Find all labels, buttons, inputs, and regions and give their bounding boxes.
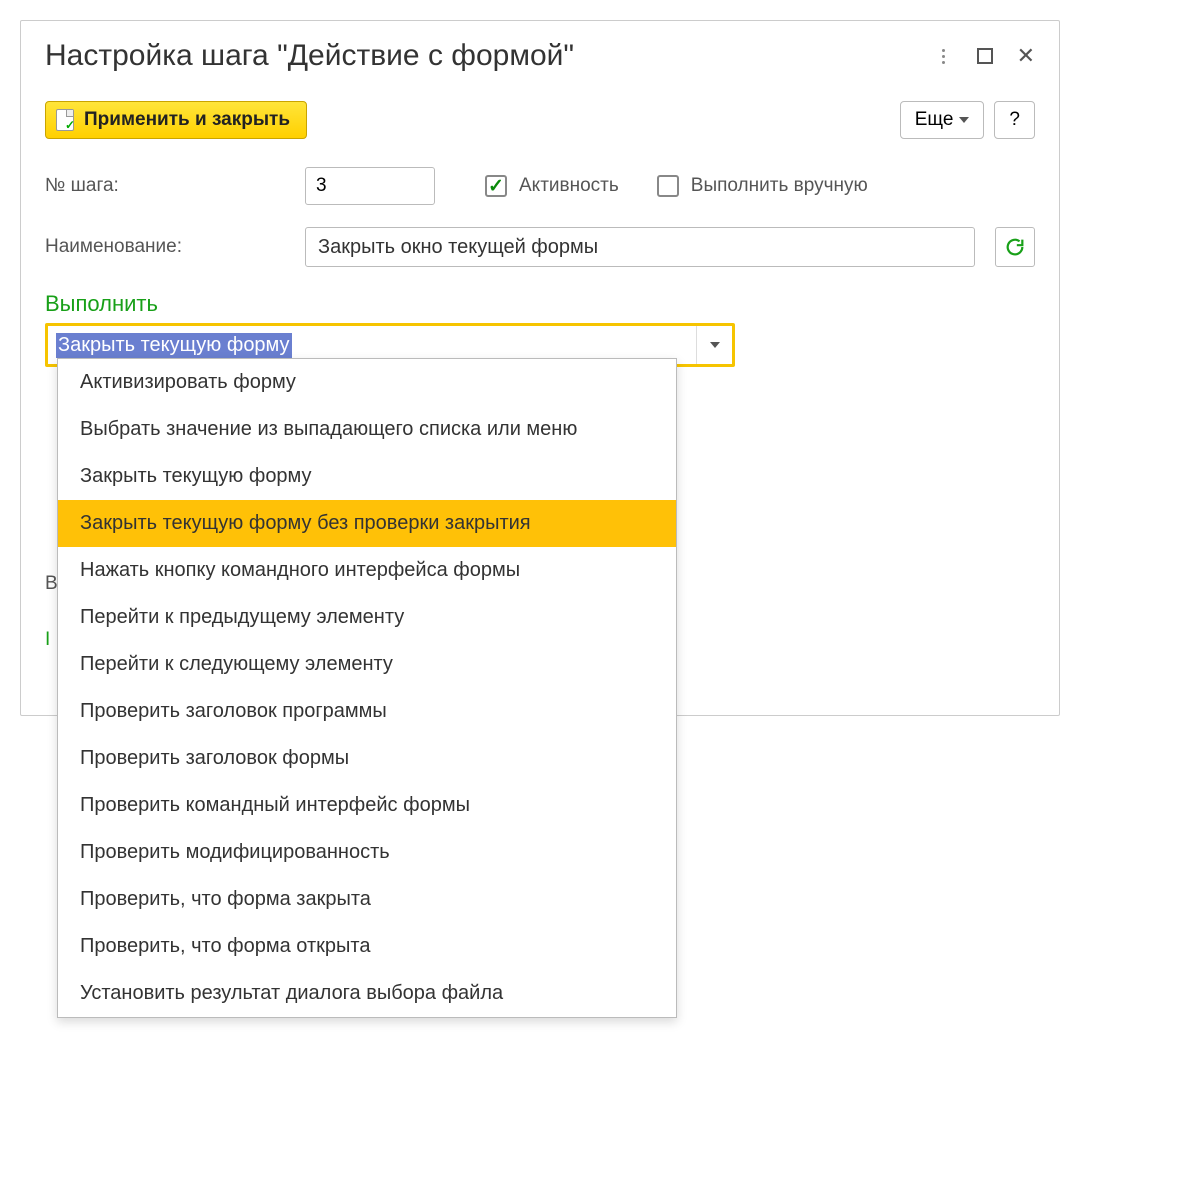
window-controls: ✕ <box>935 45 1035 67</box>
dropdown-item[interactable]: Проверить, что форма открыта <box>58 923 676 970</box>
active-checkbox-group: Активность <box>485 175 619 197</box>
manual-checkbox[interactable] <box>657 175 679 197</box>
dropdown-item[interactable]: Закрыть текущую форму <box>58 453 676 500</box>
manual-checkbox-group: Выполнить вручную <box>657 175 868 197</box>
dropdown-item[interactable]: Перейти к следующему элементу <box>58 641 676 688</box>
manual-checkbox-label: Выполнить вручную <box>691 175 868 197</box>
help-button[interactable]: ? <box>994 101 1035 139</box>
execute-section-label: Выполнить <box>45 291 1035 317</box>
execute-combobox-arrow[interactable] <box>696 326 732 364</box>
obscured-text: В <box>45 573 58 595</box>
close-icon[interactable]: ✕ <box>1017 45 1035 67</box>
step-number-label: № шага: <box>45 175 285 197</box>
name-label: Наименование: <box>45 236 285 258</box>
apply-button-label: Применить и закрыть <box>84 109 290 131</box>
dropdown-item[interactable]: Проверить, что форма закрыта <box>58 876 676 923</box>
dropdown-item[interactable]: Проверить заголовок программы <box>58 688 676 735</box>
dropdown-item[interactable]: Установить результат диалога выбора файл… <box>58 970 676 1017</box>
chevron-down-icon <box>710 342 720 348</box>
execute-dropdown: Активизировать формуВыбрать значение из … <box>57 358 677 1018</box>
document-check-icon <box>56 109 74 131</box>
name-row: Наименование: Закрыть окно текущей формы <box>45 227 1035 267</box>
dropdown-item[interactable]: Проверить командный интерфейс формы <box>58 782 676 829</box>
refresh-icon <box>1004 236 1026 258</box>
dropdown-item[interactable]: Перейти к предыдущему элементу <box>58 594 676 641</box>
obscured-text: І <box>45 629 50 651</box>
chevron-down-icon <box>959 117 969 123</box>
apply-and-close-button[interactable]: Применить и закрыть <box>45 101 307 139</box>
dropdown-item[interactable]: Проверить заголовок формы <box>58 735 676 782</box>
help-button-label: ? <box>1009 109 1020 131</box>
more-button[interactable]: Еще <box>900 101 985 139</box>
refresh-button[interactable] <box>995 227 1035 267</box>
active-checkbox[interactable] <box>485 175 507 197</box>
dropdown-item[interactable]: Выбрать значение из выпадающего списка и… <box>58 406 676 453</box>
more-options-icon[interactable] <box>935 49 953 64</box>
maximize-icon[interactable] <box>977 48 993 64</box>
step-row: № шага: Активность Выполнить вручную <box>45 167 1035 205</box>
execute-selected-text: Закрыть текущую форму <box>56 333 292 358</box>
more-button-label: Еще <box>915 109 954 131</box>
dropdown-item[interactable]: Проверить модифицированность <box>58 829 676 876</box>
step-number-input[interactable] <box>305 167 435 205</box>
name-input-value: Закрыть окно текущей формы <box>318 236 598 259</box>
name-input[interactable]: Закрыть окно текущей формы <box>305 227 975 267</box>
active-checkbox-label: Активность <box>519 175 619 197</box>
toolbar: Применить и закрыть Еще ? <box>45 101 1035 139</box>
dropdown-item[interactable]: Нажать кнопку командного интерфейса форм… <box>58 547 676 594</box>
window-title: Настройка шага "Действие с формой" <box>45 39 574 73</box>
titlebar: Настройка шага "Действие с формой" ✕ <box>45 39 1035 73</box>
dropdown-item[interactable]: Закрыть текущую форму без проверки закры… <box>58 500 676 547</box>
dropdown-item[interactable]: Активизировать форму <box>58 359 676 406</box>
